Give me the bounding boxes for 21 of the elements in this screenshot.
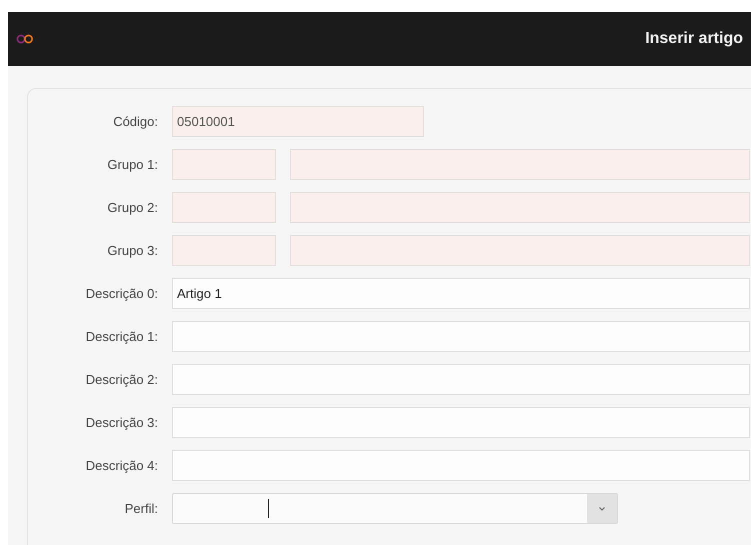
field-label: Grupo 1:: [106, 157, 158, 172]
text-cursor: [268, 499, 269, 518]
field-label: Descrição 1:: [84, 329, 158, 344]
field-label: Descrição 3:: [84, 415, 158, 430]
code-field[interactable]: 05010001: [172, 106, 424, 137]
field-label: Grupo 2:: [106, 200, 158, 215]
field-label: Descrição 4:: [84, 458, 158, 473]
description-field[interactable]: [172, 321, 750, 352]
field-label: Descrição 0:: [84, 286, 158, 301]
field-label: Grupo 3:: [106, 243, 158, 258]
field-label: Perfil:: [124, 501, 158, 516]
field-label: Descrição 2:: [84, 372, 158, 387]
field-label: Código:: [112, 114, 158, 129]
description-field[interactable]: [172, 364, 750, 395]
description-field[interactable]: [172, 450, 750, 481]
description-field[interactable]: [172, 407, 750, 438]
profile-dropdown[interactable]: [172, 493, 618, 524]
infinity-logo-icon: [16, 34, 34, 44]
caret-down-icon: [599, 506, 605, 510]
description-field[interactable]: Artigo 1: [172, 278, 750, 309]
window-title: Inserir artigo: [645, 30, 743, 48]
